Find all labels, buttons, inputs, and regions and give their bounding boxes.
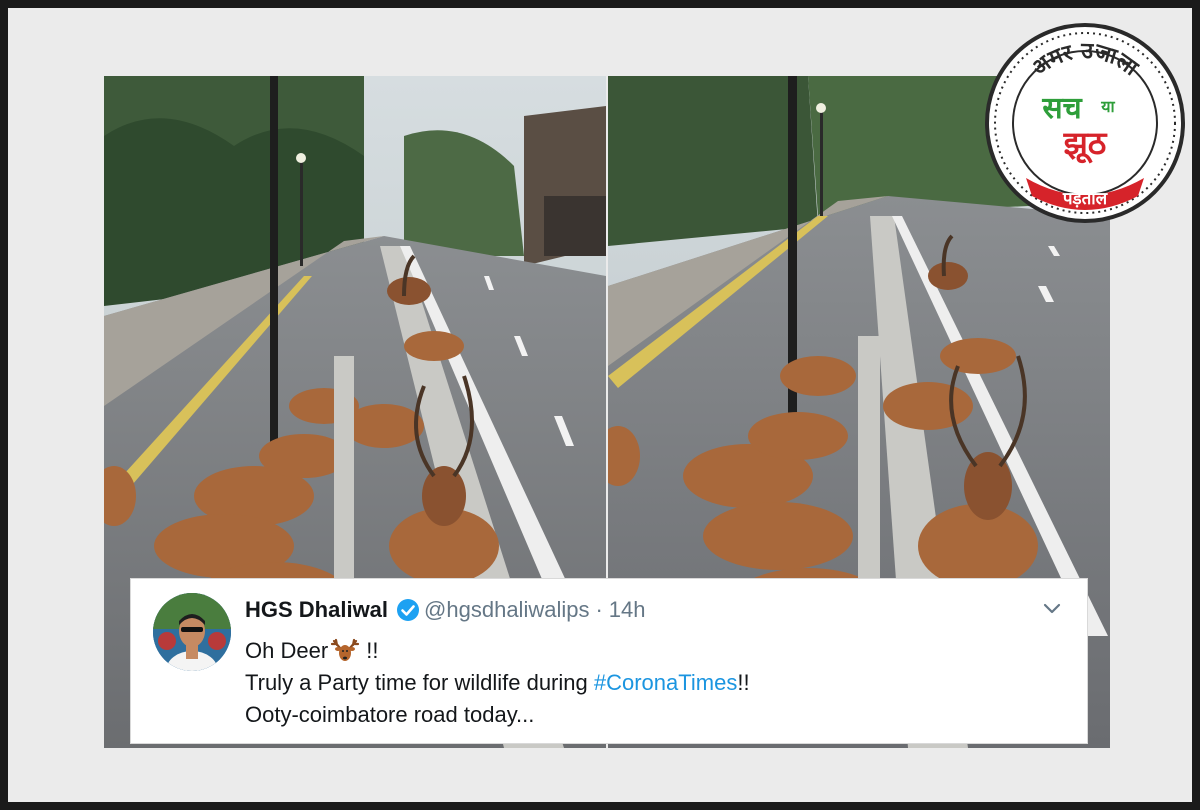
tweet-line-2-suffix: !! [737, 670, 750, 695]
author-handle[interactable]: @hgsdhaliwalips [424, 597, 589, 623]
tweet-line-3: Ooty-coimbatore road today... [245, 702, 535, 727]
separator-dot: · [595, 597, 603, 622]
tweet-text: Oh Deer !! Truly a Party time for wildli… [245, 635, 750, 731]
tweet-line-2: Truly a Party time for wildlife during #… [245, 667, 750, 699]
avatar[interactable] [153, 593, 231, 671]
deer-emoji-icon [330, 638, 360, 662]
tweet-line-1-suffix: !! [360, 638, 379, 663]
tweet-header: HGS Dhaliwal @hgsdhaliwalips · 14h [245, 593, 646, 627]
tweet-line-1-text: Oh Deer [245, 638, 329, 663]
svg-text:पड़ताल: पड़ताल [1062, 189, 1109, 209]
chevron-down-icon[interactable] [1039, 595, 1065, 621]
svg-text:झूठ: झूठ [1063, 124, 1108, 164]
hashtag-link[interactable]: #CoronaTimes [594, 670, 737, 695]
amar-ujala-sach-ya-jhooth-stamp-logo: अमर उजाला सच या झूठ पड़ताल [982, 20, 1188, 226]
svg-text:सच: सच [1041, 91, 1082, 126]
svg-text:या: या [1100, 97, 1115, 116]
tweet-line-1: Oh Deer !! [245, 635, 750, 667]
author-name[interactable]: HGS Dhaliwal [245, 597, 388, 623]
verified-badge-icon [396, 598, 420, 622]
tweet-timestamp[interactable]: 14h [609, 597, 646, 623]
tweet-card[interactable]: HGS Dhaliwal @hgsdhaliwalips · 14h Oh De… [130, 578, 1088, 744]
tweet-line-2-text: Truly a Party time for wildlife during [245, 670, 594, 695]
